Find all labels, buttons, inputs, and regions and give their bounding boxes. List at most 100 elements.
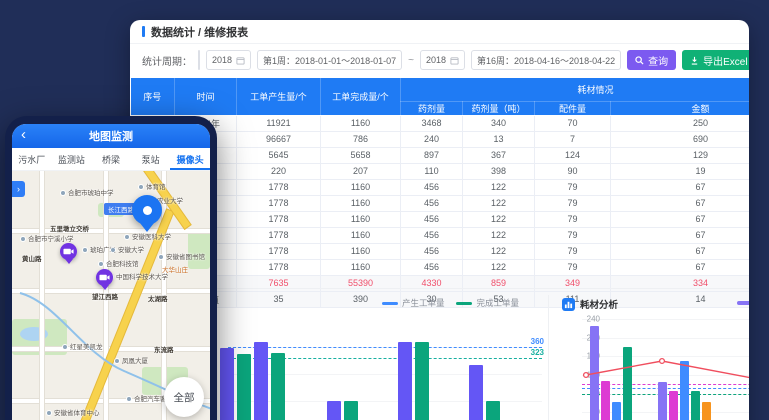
dashboard-panel: 数据统计 / 维修报表 统计周期： 年季月周日 2018 第1周：2018-01… — [130, 20, 749, 420]
breadcrumb-accent — [142, 26, 145, 37]
table-cell: 79 — [535, 195, 611, 211]
selected-location-pin[interactable] — [132, 195, 162, 225]
tab-泵站[interactable]: 泵站 — [131, 148, 171, 170]
table-cell: 1160 — [321, 227, 401, 243]
table-row: 12014年119211160346834070250 — [131, 115, 750, 131]
back-icon[interactable]: ‹ — [21, 126, 26, 143]
table-row: 10177811604561227967 — [131, 259, 750, 275]
breadcrumb-row: 数据统计 / 维修报表 — [130, 20, 749, 44]
start-week-input[interactable]: 第1周：2018-01-01～2018-01-07 — [257, 50, 402, 70]
consumable-chart-header: 耗材分析 — [562, 297, 618, 311]
app-title: 地图监测 — [89, 128, 133, 144]
bar-完成工单量 — [486, 401, 500, 420]
export-excel-button[interactable]: 导出Excel — [682, 50, 749, 70]
end-week-input[interactable]: 第16周：2018-04-16～2018-04-22 — [471, 50, 621, 70]
table-cell: 207 — [321, 163, 401, 179]
table-cell: 1778 — [237, 227, 321, 243]
tab-摄像头[interactable]: 摄像头 — [170, 148, 210, 170]
table-cell: 67 — [611, 227, 750, 243]
pin-dot — [143, 206, 152, 215]
show-all-button[interactable]: 全部 — [164, 377, 204, 417]
map-label: 中国科学技术大学 — [108, 271, 168, 281]
consumable-chart-plot: 2402001601208040 — [582, 319, 749, 420]
col-header-completed: 工单完成量/个 — [321, 78, 401, 115]
query-button-label: 查询 — [648, 53, 668, 68]
table-cell: 1778 — [237, 195, 321, 211]
legend-label-completed: 完成工单量 — [476, 297, 519, 309]
map-label: 合肥市宁溪小学 — [20, 233, 74, 243]
table-cell: 456 — [401, 211, 463, 227]
table-cell: 1160 — [321, 211, 401, 227]
camera-marker[interactable] — [96, 269, 113, 286]
table-cell: 340 — [463, 115, 535, 131]
table-cell: 220 — [237, 163, 321, 179]
bar-chart-icon — [562, 298, 575, 311]
map-label: 安徽省体育中心 — [46, 407, 100, 417]
table-cell: 786 — [321, 131, 401, 147]
table-cell: 122 — [463, 211, 535, 227]
bar-group — [220, 348, 251, 420]
bar-group — [398, 342, 429, 420]
table-row: 9177811604561227967 — [131, 243, 750, 259]
legend-item-completed: 完成工单量 — [456, 297, 519, 309]
table-cell: 67 — [611, 259, 750, 275]
table-cell: 240 — [401, 131, 463, 147]
table-cell: 1778 — [237, 259, 321, 275]
download-icon — [690, 56, 699, 65]
bar-产生工单量 — [398, 342, 412, 420]
reference-line-value: 323 — [531, 348, 544, 357]
table-cell: 3468 — [401, 115, 463, 131]
range-separator: ~ — [408, 55, 414, 66]
map-label: 合肥科技馆 — [98, 258, 139, 268]
camera-icon — [99, 273, 110, 282]
report-table-body: 12014年1192111603468340702502966677862401… — [131, 115, 750, 307]
map-expand-button[interactable]: › — [12, 181, 25, 197]
bar-完成工单量 — [344, 401, 358, 420]
period-segmented-control: 年季月周日 — [198, 50, 200, 70]
table-cell: 122 — [463, 179, 535, 195]
app-tab-bar: 污水厂监测站桥梁泵站摄像头 — [12, 148, 210, 171]
start-year-value: 2018 — [212, 55, 232, 65]
end-week-value: 第16周：2018-04-16～2018-04-22 — [477, 54, 615, 67]
table-cell: 70 — [535, 115, 611, 131]
query-button[interactable]: 查询 — [627, 50, 676, 70]
end-year-select[interactable]: 2018 — [420, 50, 465, 70]
col-header-created: 工单产生量/个 — [237, 78, 321, 115]
table-cell: 250 — [611, 115, 750, 131]
start-year-select[interactable]: 2018 — [206, 50, 251, 70]
search-icon — [635, 56, 644, 65]
table-cell: 897 — [401, 147, 463, 163]
workorder-chart-legend: 产生工单量 完成工单量 — [382, 297, 519, 309]
start-week-value: 第1周：2018-01-01～2018-01-07 — [263, 54, 396, 67]
app-header: ‹ 地图监测 — [12, 124, 210, 148]
table-cell: 67 — [611, 195, 750, 211]
map-label: 安徽省图书馆 — [158, 251, 205, 261]
table-cell: 398 — [463, 163, 535, 179]
table-row: 6177811604561227967 — [131, 195, 750, 211]
sub-col-3: 金额 — [611, 101, 750, 115]
period-option-年[interactable]: 年 — [199, 51, 200, 69]
table-row: 5177811604561227967 — [131, 179, 750, 195]
bar-完成工单量 — [415, 342, 429, 420]
table-cell: 5645 — [237, 147, 321, 163]
table-cell: 110 — [401, 163, 463, 179]
tab-桥梁[interactable]: 桥梁 — [91, 148, 131, 170]
table-cell: 79 — [535, 259, 611, 275]
camera-icon — [63, 247, 74, 256]
map-label: 合肥市琥珀中学 — [60, 187, 114, 197]
workorder-chart-plot: 360323 — [228, 321, 542, 420]
end-year-value: 2018 — [426, 55, 446, 65]
table-row: 42202071103989019 — [131, 163, 750, 179]
table-cell: 79 — [535, 211, 611, 227]
tab-监测站[interactable]: 监测站 — [52, 148, 92, 170]
table-cell: 96667 — [237, 131, 321, 147]
charts-section: 产生工单量 完成工单量 360323 耗材分析 2402001601208040 — [130, 288, 749, 420]
map-label: 体育馆 — [138, 181, 166, 191]
breadcrumb: 数据统计 / 维修报表 — [151, 24, 248, 40]
tab-污水厂[interactable]: 污水厂 — [12, 148, 52, 170]
camera-marker[interactable] — [60, 243, 77, 260]
table-row: 296667786240137690 — [131, 131, 750, 147]
table-cell: 67 — [611, 211, 750, 227]
map-view[interactable]: 合肥市琥珀中学体育馆安徽农业大学五里墩立交桥合肥市宁溪小学琥珀广场安徽大学安徽医… — [12, 171, 210, 420]
table-cell: 1778 — [237, 243, 321, 259]
